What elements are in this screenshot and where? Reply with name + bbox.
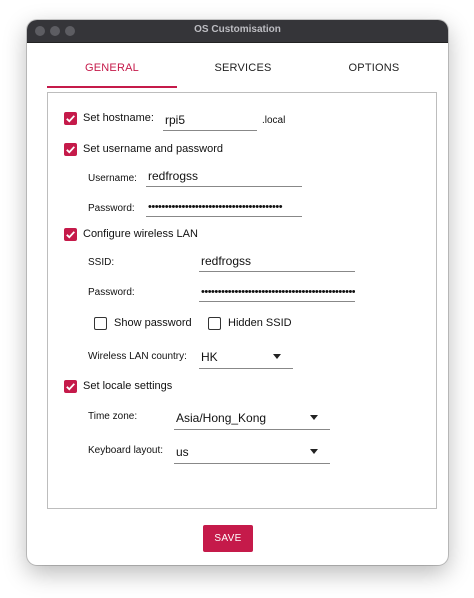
timezone-select[interactable]: Asia/Hong_Kong: [174, 403, 330, 430]
chevron-down-icon: [310, 415, 318, 420]
checkmark-icon: [66, 231, 75, 239]
user-password-value: ••••••••••••••••••••••••••••••••••••••••: [148, 201, 283, 213]
keyboard-layout-value: us: [176, 445, 189, 459]
user-password-label: Set username and password: [83, 143, 224, 155]
user-password-input[interactable]: ••••••••••••••••••••••••••••••••••••••••: [146, 193, 302, 217]
checkmark-icon: [66, 146, 75, 154]
ssid-label: SSID:: [88, 257, 115, 268]
checkmark-icon: [66, 383, 75, 391]
hostname-suffix: .local: [262, 115, 286, 126]
locale-label: Set locale settings: [83, 380, 173, 392]
ssid-input[interactable]: redfrogss: [199, 247, 355, 272]
tab-bar: GENERAL SERVICES OPTIONS: [47, 54, 439, 88]
tab-options[interactable]: OPTIONS: [309, 54, 439, 88]
hidden-ssid-label: Hidden SSID: [228, 317, 292, 329]
chevron-down-icon: [310, 449, 318, 454]
username-label: Username:: [88, 173, 137, 184]
os-customisation-window: OS Customisation GENERAL SERVICES OPTION…: [27, 20, 448, 565]
show-password-checkbox[interactable]: [94, 317, 107, 330]
user-password-field-label: Password:: [88, 203, 135, 214]
show-password-label: Show password: [114, 317, 192, 329]
wlan-country-value: HK: [201, 350, 218, 364]
username-value: redfrogss: [148, 169, 199, 183]
wlan-password-label: Password:: [88, 287, 135, 298]
wlan-country-select[interactable]: HK: [199, 343, 293, 369]
wlan-password-value: ••••••••••••••••••••••••••••••••••••••••…: [201, 286, 355, 298]
hostname-value: rpi5: [165, 113, 186, 127]
user-password-checkbox[interactable]: [64, 143, 77, 156]
hostname-input[interactable]: rpi5: [163, 105, 257, 131]
wlan-country-label: Wireless LAN country:: [88, 351, 187, 362]
locale-checkbox[interactable]: [64, 380, 77, 393]
chevron-down-icon: [273, 354, 281, 359]
hostname-label: Set hostname:: [83, 112, 154, 124]
wireless-lan-checkbox[interactable]: [64, 228, 77, 241]
keyboard-layout-label: Keyboard layout:: [88, 445, 164, 456]
keyboard-layout-select[interactable]: us: [174, 437, 330, 464]
title-bar: OS Customisation: [27, 20, 448, 43]
save-button[interactable]: SAVE: [203, 525, 253, 552]
ssid-value: redfrogss: [201, 254, 252, 268]
window-title: OS Customisation: [194, 24, 281, 35]
general-panel: Set hostname: rpi5 .local Set username a…: [47, 92, 437, 509]
wlan-password-input[interactable]: ••••••••••••••••••••••••••••••••••••••••…: [199, 277, 355, 302]
timezone-value: Asia/Hong_Kong: [176, 411, 267, 425]
timezone-label: Time zone:: [88, 411, 138, 422]
checkmark-icon: [66, 115, 75, 123]
tab-general[interactable]: GENERAL: [47, 54, 177, 88]
username-input[interactable]: redfrogss: [146, 163, 302, 187]
hostname-checkbox[interactable]: [64, 112, 77, 125]
tab-services[interactable]: SERVICES: [178, 54, 308, 88]
hidden-ssid-checkbox[interactable]: [208, 317, 221, 330]
wireless-lan-label: Configure wireless LAN: [83, 228, 198, 240]
